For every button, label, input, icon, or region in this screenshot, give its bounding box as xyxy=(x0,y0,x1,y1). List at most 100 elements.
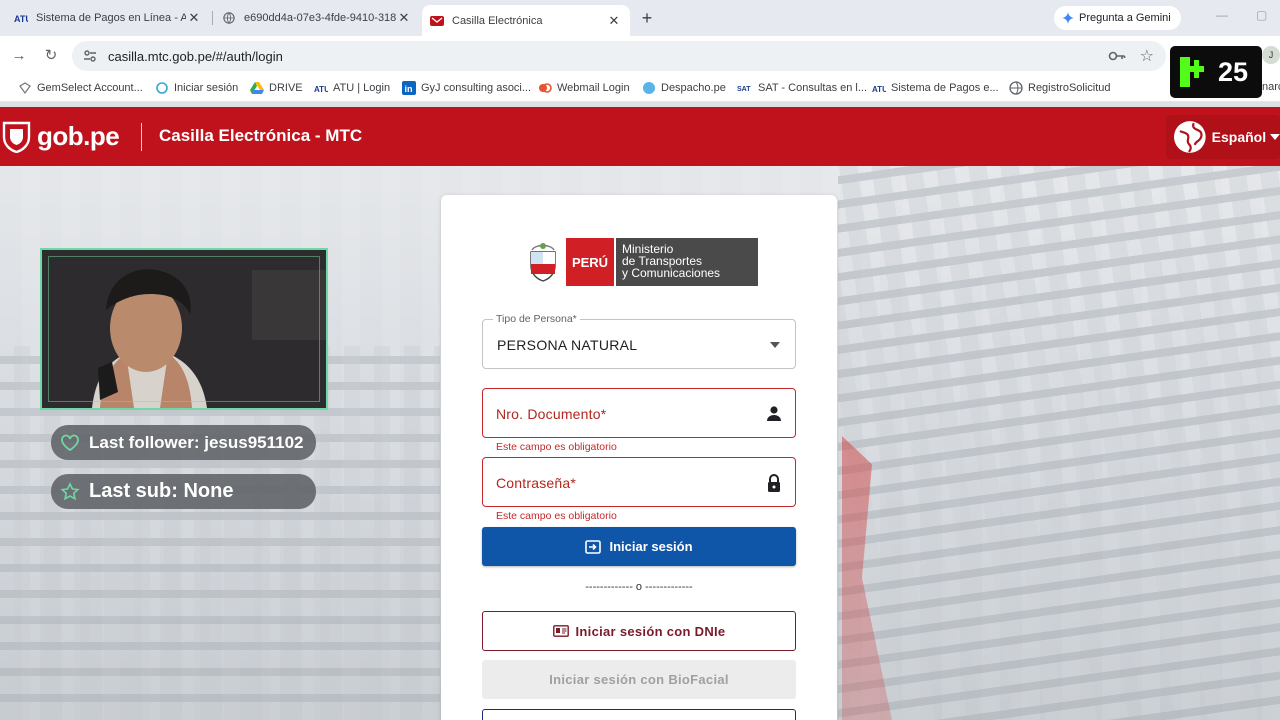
id-card-icon xyxy=(552,625,569,637)
bookmark-label: Sistema de Pagos e... xyxy=(891,82,999,94)
dnie-login-button[interactable]: Iniciar sesión con DNIe xyxy=(482,611,796,651)
atu-icon: ATU xyxy=(314,85,328,94)
tab-title: Casilla Electrónica xyxy=(452,14,543,27)
despacho-icon xyxy=(643,82,655,94)
tipo-persona-select[interactable]: Tipo de Persona* PERSONA NATURAL xyxy=(482,313,796,369)
heart-icon xyxy=(61,434,79,451)
or-separator: ------------- o ------------- xyxy=(585,581,693,593)
close-tab-icon[interactable]: ✕ xyxy=(186,10,202,26)
login-button[interactable]: Iniciar sesión xyxy=(482,527,796,566)
lock-icon xyxy=(768,474,780,492)
language-selector[interactable]: Español xyxy=(1166,115,1280,159)
password-error: Este campo es obligatorio xyxy=(496,510,617,522)
bookmark-item[interactable]: RegistroSolicitud xyxy=(1009,81,1111,95)
svg-text:in: in xyxy=(405,84,413,94)
bookmark-label: GyJ consulting asoci... xyxy=(421,82,532,94)
person-icon xyxy=(767,406,781,421)
dropdown-arrow-icon xyxy=(770,342,780,348)
bookmark-item[interactable]: narc xyxy=(1262,81,1280,93)
svg-text:ATU: ATU xyxy=(14,14,28,24)
peru-logo-text: PERÚ xyxy=(566,238,614,286)
tab-divider xyxy=(212,11,213,25)
bookmark-item[interactable]: ATU ATU | Login xyxy=(314,81,390,95)
minimize-icon[interactable]: — xyxy=(1216,8,1228,22)
tipo-persona-label: Tipo de Persona* xyxy=(493,313,580,325)
bookmark-label: SAT - Consultas en l... xyxy=(758,82,868,94)
additional-login-button[interactable] xyxy=(482,709,796,720)
browser-tab[interactable]: e690dd4a-07e3-4fde-9410-318 ✕ xyxy=(214,5,420,31)
sat-icon: SAT xyxy=(737,86,751,93)
tipo-persona-value: PERSONA NATURAL xyxy=(497,337,638,353)
browser-tab[interactable]: ATU Sistema de Pagos en Línea - AT ✕ xyxy=(6,5,210,31)
bookmark-item[interactable]: GemSelect Account... xyxy=(18,81,143,95)
bookmark-label: Webmail Login xyxy=(557,82,630,94)
maximize-icon[interactable]: ▢ xyxy=(1256,8,1267,22)
site-info-icon[interactable] xyxy=(82,48,98,64)
linkedin-icon: in xyxy=(402,81,416,95)
dnie-button-label: Iniciar sesión con DNIe xyxy=(575,623,726,639)
browser-tab-active[interactable]: Casilla Electrónica ✕ xyxy=(422,5,630,36)
url-text: casilla.mtc.gob.pe/#/auth/login xyxy=(108,49,283,64)
new-tab-button[interactable]: + xyxy=(637,8,657,28)
bookmark-item[interactable]: Despacho.pe xyxy=(642,81,726,95)
webcam-feed xyxy=(40,248,328,410)
bookmark-item[interactable]: ATU Sistema de Pagos e... xyxy=(872,81,999,95)
documento-placeholder: Nro. Documento* xyxy=(496,406,607,422)
bookmark-label: RegistroSolicitud xyxy=(1028,82,1111,94)
background-building-image xyxy=(838,166,1280,720)
bookmark-label: Iniciar sesión xyxy=(174,82,239,94)
ministry-line: y Comunicaciones xyxy=(622,266,721,280)
site-header: gob.pe Casilla Electrónica - MTC Español xyxy=(0,107,1280,166)
gemini-label: Pregunta a Gemini xyxy=(1079,12,1171,24)
kick-logo-icon xyxy=(1180,57,1204,87)
bookmark-label: narc xyxy=(1262,81,1280,93)
gemini-button[interactable]: Pregunta a Gemini xyxy=(1054,6,1181,30)
browser-tab-strip: ATU Sistema de Pagos en Línea - AT ✕ e69… xyxy=(0,0,1280,36)
atu-favicon-icon: ATU xyxy=(14,14,28,24)
reload-icon[interactable]: ↻ xyxy=(40,45,62,67)
gem-icon xyxy=(19,82,31,95)
mtc-logo: PERÚ Ministerio de Transportes y Comunic… xyxy=(526,238,758,286)
bookmark-item[interactable]: in GyJ consulting asoci... xyxy=(402,81,531,95)
bookmarks-bar: GemSelect Account... Iniciar sesión DRIV… xyxy=(0,76,1280,102)
address-bar[interactable]: casilla.mtc.gob.pe/#/auth/login ☆ xyxy=(72,41,1166,71)
bookmark-item[interactable]: DRIVE xyxy=(250,81,303,95)
svg-text:ATU: ATU xyxy=(314,85,328,94)
last-sub-text: Last sub: None xyxy=(89,480,234,502)
bookmark-item[interactable]: Webmail Login xyxy=(538,81,630,95)
bookmark-label: GemSelect Account... xyxy=(37,82,143,94)
peru-coat-of-arms-icon xyxy=(530,243,556,282)
peru-shield-icon xyxy=(2,121,31,153)
login-card: PERÚ Ministerio de Transportes y Comunic… xyxy=(441,195,837,720)
close-tab-icon[interactable]: ✕ xyxy=(606,13,622,29)
drive-icon xyxy=(250,82,264,94)
password-input[interactable]: Contraseña* xyxy=(482,457,796,507)
documento-input[interactable]: Nro. Documento* xyxy=(482,388,796,438)
atu-icon: ATU xyxy=(872,85,886,94)
stream-badge: 25 xyxy=(1170,46,1262,98)
page-title: Casilla Electrónica - MTC xyxy=(159,126,363,145)
globe-icon xyxy=(1009,81,1023,95)
forward-icon[interactable]: → xyxy=(8,45,30,67)
tab-title: Sistema de Pagos en Línea - AT xyxy=(36,12,186,24)
password-placeholder: Contraseña* xyxy=(496,475,577,491)
biofacial-login-button[interactable]: Iniciar sesión con BioFacial xyxy=(482,660,796,699)
ministry-name: Ministerio de Transportes y Comunicacion… xyxy=(614,238,758,286)
tab-title: e690dd4a-07e3-4fde-9410-318 xyxy=(244,12,396,24)
gemini-sparkle-icon xyxy=(1062,12,1074,24)
bookmark-item[interactable]: SAT SAT - Consultas en l... xyxy=(737,81,867,95)
password-key-icon[interactable] xyxy=(1108,47,1126,65)
login-arrow-icon xyxy=(585,539,602,554)
bookmark-label: Despacho.pe xyxy=(661,82,726,94)
bookmark-label: DRIVE xyxy=(269,82,303,94)
bookmark-star-icon[interactable]: ☆ xyxy=(1140,46,1154,66)
swirl-icon xyxy=(156,82,168,94)
chevron-down-icon xyxy=(1270,134,1280,140)
globe-icon xyxy=(1173,121,1206,153)
close-tab-icon[interactable]: ✕ xyxy=(396,10,412,26)
casilla-favicon-icon xyxy=(430,15,444,26)
gob-pe-logo[interactable]: gob.pe xyxy=(0,119,120,153)
bookmark-item[interactable]: Iniciar sesión xyxy=(155,81,238,95)
globe-icon xyxy=(223,12,235,24)
profile-avatar[interactable]: J xyxy=(1262,46,1280,64)
